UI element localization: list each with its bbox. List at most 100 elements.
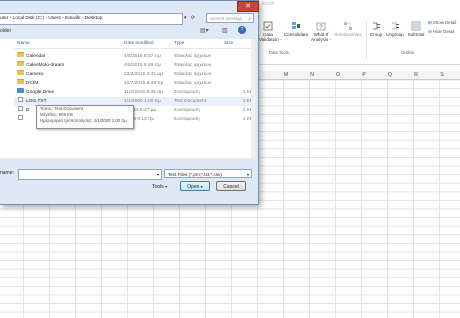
ungroup-button[interactable]: Ungroup — [385, 21, 405, 37]
cancel-button[interactable]: Cancel — [216, 181, 246, 191]
file-name: Google Drive — [26, 90, 54, 95]
group-button[interactable]: Group — [368, 21, 384, 37]
file-name: DCIM — [26, 81, 39, 86]
file-type: Συντόμευση — [174, 108, 200, 113]
subtotal-button[interactable]: Subtotal — [405, 21, 427, 37]
consolidate-icon — [292, 22, 300, 29]
subtotal-icon — [411, 21, 421, 31]
search-placeholder: Search Desktop — [210, 16, 243, 21]
hide-detail-button[interactable]: ⊟ Hide Detail — [428, 29, 454, 35]
consolidate-label: Consolidate — [283, 32, 309, 37]
column-header[interactable]: S — [429, 71, 455, 79]
ribbon-separator — [366, 20, 367, 60]
hide-detail-icon: ⊟ — [428, 29, 432, 34]
breadcrumb[interactable]: uter › Local Disk (C:) › Users › Eduvilk… — [0, 13, 183, 25]
column-header[interactable]: N — [299, 71, 325, 79]
open-button[interactable]: Open ▾ — [180, 181, 210, 191]
data-validation-button[interactable]: Data Validation - — [259, 21, 282, 42]
close-icon: ✕ — [245, 3, 251, 10]
consolidate-button[interactable]: Consolidate — [282, 21, 310, 37]
file-row[interactable]: Camera 23/3/2015 2:41 μμ Φάκελος αρχείων — [14, 70, 254, 79]
file-type: Φάκελος αρχείων — [174, 54, 212, 59]
preview-pane-icon[interactable]: ▥ — [222, 27, 228, 34]
file-date: 4/5/2015 8:48 πμ — [124, 63, 161, 68]
filename-field[interactable]: ▾ — [18, 169, 162, 180]
folder-icon — [17, 70, 24, 75]
chevron-down-icon: ▾ — [200, 184, 203, 189]
relationships-button[interactable]: Relationships — [333, 21, 363, 37]
chevron-down-icon[interactable]: ▾ — [157, 170, 159, 179]
file-type: Φάκελος αρχείων — [174, 81, 212, 86]
ungroup-icon — [392, 22, 399, 30]
show-detail-button[interactable]: ⊞ Show Detail — [428, 20, 456, 26]
view-options-icon[interactable]: ▤▾ — [200, 27, 209, 34]
group-label-outline: Outline — [401, 50, 415, 55]
file-type: Text Document — [174, 99, 206, 104]
search-icon[interactable]: ⌕ — [248, 14, 251, 24]
navigation-pane[interactable] — [0, 39, 15, 158]
file-name: Calendar — [26, 54, 46, 59]
tools-label: Tools — [152, 184, 164, 190]
what-if-analysis-button[interactable]: ? What-If Analysis - — [310, 21, 332, 42]
column-header[interactable]: O — [325, 71, 351, 79]
folder-icon — [17, 79, 24, 84]
file-name: CalenMolo-draam — [26, 63, 65, 68]
google-drive-icon — [17, 88, 24, 93]
file-type: Συντόμευση — [174, 90, 200, 95]
file-row[interactable]: CalenMolo-draam 4/5/2015 8:48 πμ Φάκελος… — [14, 61, 254, 70]
file-name: Camera — [26, 72, 44, 77]
header-name[interactable]: Name — [17, 39, 30, 48]
refresh-icon[interactable]: ⟳ — [191, 15, 195, 21]
ungroup-label: Ungroup — [386, 32, 404, 37]
folder-icon — [17, 52, 24, 57]
file-list: Name Date modified Type Size Calendar 4/… — [14, 39, 254, 158]
help-icon[interactable]: ? — [238, 26, 246, 34]
address-controls: ▾ ⟳ — [184, 13, 204, 23]
group-label: Group — [369, 32, 383, 37]
file-date: 10/7/2015 8:49 πμ — [124, 81, 164, 86]
file-size: 1 KB — [242, 99, 253, 104]
tools-menu[interactable]: Tools ▾ — [152, 182, 167, 192]
header-size[interactable]: Size — [224, 39, 233, 48]
file-row[interactable]: Google Drive 11/2/2016 8:49 πμ Συντόμευσ… — [14, 88, 254, 97]
column-header[interactable]: P — [351, 71, 377, 79]
show-detail-icon: ⊞ — [428, 20, 432, 25]
header-date[interactable]: Date modified — [124, 39, 154, 48]
excel-title: Excel — [262, 1, 275, 7]
tooltip-modified: Ημερομηνία τροποποίησης: 1/1/2000 1:00 π… — [40, 118, 127, 123]
dropdown-icon[interactable]: ▾ — [184, 15, 187, 21]
shortcut-icon — [18, 115, 23, 120]
what-if-label: What-If Analysis - — [311, 32, 331, 42]
show-detail-label: Show Detail — [432, 20, 457, 25]
header-type[interactable]: Type — [174, 39, 184, 48]
file-type: Συντόμευση — [174, 117, 200, 122]
close-button[interactable]: ✕ — [237, 1, 259, 12]
file-date: 11/2/2016 8:49 πμ — [124, 90, 164, 95]
file-size: 1 KB — [242, 117, 253, 122]
search-input[interactable]: Search Desktop ⌕ — [206, 13, 254, 23]
folder-icon — [17, 61, 24, 66]
file-date: 4/5/2015 8:57 πμ — [124, 54, 161, 59]
file-type: Φάκελος αρχείων — [174, 63, 212, 68]
file-row[interactable]: DCIM 10/7/2015 8:49 πμ Φάκελος αρχείων — [14, 79, 254, 88]
breadcrumb-path: uter › Local Disk (C:) › Users › Eduvilk… — [0, 16, 103, 21]
column-header[interactable]: M — [273, 71, 299, 79]
file-tooltip: Τύπος: Text Document Μέγεθος: 606 KB Ημε… — [36, 105, 134, 129]
relationships-label: Relationships — [334, 32, 362, 37]
file-size: 1 KB — [242, 90, 253, 95]
file-type-select[interactable]: Text Files (*.prn;*.txt;*.csv) ▾ — [164, 169, 252, 178]
column-header[interactable]: R — [403, 71, 429, 79]
file-type: Φάκελος αρχείων — [174, 72, 212, 77]
file-row[interactable]: Calendar 4/5/2015 8:57 πμ Φάκελος αρχείω… — [14, 52, 254, 61]
file-name: E — [26, 108, 30, 113]
file-type-value: Text Files (*.prn;*.txt;*.csv) — [168, 172, 222, 177]
column-header[interactable]: Q — [377, 71, 403, 79]
file-date: 23/3/2015 2:41 μμ — [124, 72, 163, 77]
shortcut-icon — [18, 106, 23, 111]
data-validation-label: Data Validation - — [259, 32, 282, 42]
vertical-scrollbar[interactable] — [251, 39, 255, 158]
subtotal-label: Subtotal — [407, 32, 425, 37]
hide-detail-label: Hide Detail — [432, 29, 455, 34]
file-list-header: Name Date modified Type Size — [14, 39, 254, 49]
what-if-icon: ? — [316, 22, 326, 31]
